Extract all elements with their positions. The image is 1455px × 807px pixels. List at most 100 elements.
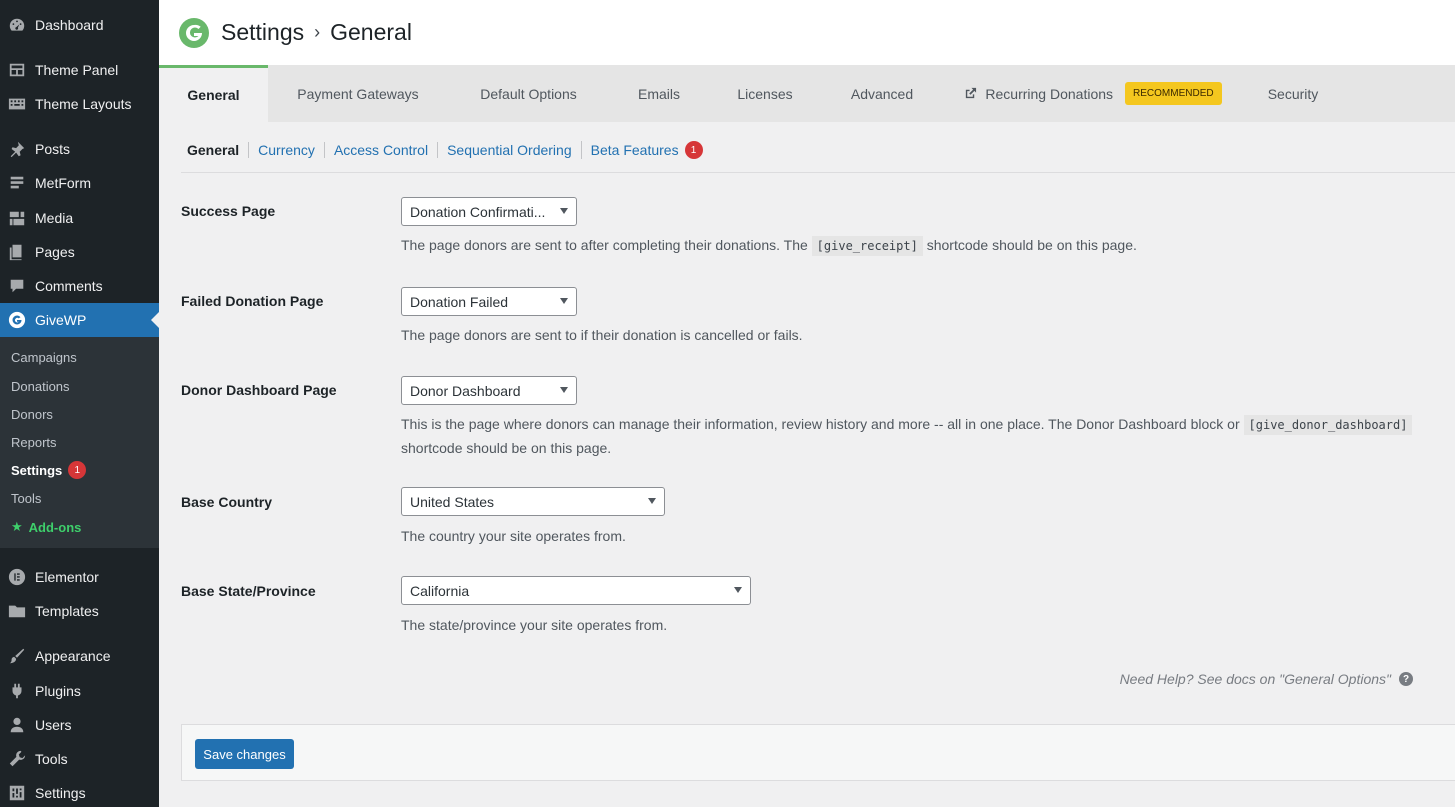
submenu-item-tools[interactable]: Tools [11, 488, 41, 508]
tab-emails[interactable]: Emails [609, 65, 709, 122]
media-icon [8, 209, 26, 227]
base-state-select[interactable]: California [401, 576, 751, 605]
sidebar-item-label: Theme Layouts [35, 96, 132, 112]
subtab-sequential-ordering[interactable]: Sequential Ordering [437, 142, 581, 158]
sidebar-item-appearance[interactable]: Appearance [0, 639, 159, 673]
sidebar-item-label: Theme Panel [35, 62, 119, 78]
description-text: The country your site operates from. [401, 528, 626, 544]
settings-icon [8, 784, 26, 802]
submenu-label: Add-ons [28, 519, 82, 535]
tab-label: Emails [637, 85, 680, 102]
sidebar-item-templates[interactable]: Templates [0, 594, 159, 628]
sidebar-item-elementor[interactable]: Elementor [0, 560, 159, 594]
field-description-donor-dashboard-page: This is the page where donors can manage… [401, 413, 1421, 460]
description-text: The page donors are sent to if their don… [401, 327, 803, 343]
tab-label: General [187, 87, 240, 103]
sidebar-item-pages[interactable]: Pages [0, 235, 159, 269]
field-label-success-page: Success Page [181, 203, 276, 219]
tab-payment-gateways[interactable]: Payment Gateways [268, 65, 448, 122]
comments-icon [8, 277, 26, 295]
sidebar-item-plugins[interactable]: Plugins [0, 674, 159, 708]
description-text: The state/province your site operates fr… [401, 617, 668, 633]
sidebar-item-settings[interactable]: Settings [0, 776, 159, 807]
sidebar-item-metform[interactable]: MetForm [0, 166, 159, 200]
description-text: shortcode should be on this page. [401, 440, 612, 456]
submenu-item-donations[interactable]: Donations [11, 376, 70, 396]
sidebar-item-label: Elementor [35, 569, 99, 585]
subtab-access-control[interactable]: Access Control [323, 142, 437, 158]
help-icon: ? [1399, 672, 1413, 686]
tab-default-options[interactable]: Default Options [448, 65, 609, 122]
sidebar-item-media[interactable]: Media [0, 201, 159, 235]
subtab-label: Beta Features [590, 142, 679, 158]
submenu-item-addons[interactable]: ★ Add-ons [11, 517, 81, 537]
tab-general[interactable]: General [159, 65, 268, 122]
sidebar-item-label: Templates [35, 603, 99, 619]
sidebar-item-users[interactable]: Users [0, 708, 159, 742]
chevron-down-icon [560, 298, 568, 308]
failed-donation-page-select[interactable]: Donation Failed [401, 287, 577, 316]
tab-label: Security [1267, 85, 1319, 102]
admin-sidebar: Dashboard Theme Panel Theme Layouts Post… [0, 0, 159, 807]
select-value: Donation Failed [410, 293, 509, 310]
field-description-base-state: The state/province your site operates fr… [401, 614, 667, 637]
metform-icon [8, 174, 26, 192]
shortcode: [give_donor_dashboard] [1243, 415, 1413, 435]
help-link[interactable]: Need Help? See docs on "General Options"… [1120, 671, 1413, 687]
submenu-item-donors[interactable]: Donors [11, 404, 53, 424]
settings-subtabs: General Currency Access Control Sequenti… [187, 141, 712, 159]
tab-label: Licenses [737, 85, 793, 102]
field-description-failed-donation-page: The page donors are sent to if their don… [401, 324, 803, 347]
submenu-label: Settings [11, 462, 63, 478]
sidebar-item-posts[interactable]: Posts [0, 132, 159, 166]
chevron-down-icon [560, 208, 568, 218]
select-value: Donation Confirmati... [410, 203, 546, 220]
help-text: Need Help? See docs on "General Options" [1119, 671, 1391, 687]
field-label-base-state: Base State/Province [181, 583, 316, 599]
submenu-label: Campaigns [11, 349, 77, 365]
subtab-currency[interactable]: Currency [248, 142, 324, 158]
sidebar-item-label: Users [35, 717, 72, 733]
base-country-select[interactable]: United States [401, 487, 665, 516]
subtab-general[interactable]: General [187, 142, 248, 158]
sidebar-item-label: GiveWP [35, 312, 87, 328]
subtab-beta-features[interactable]: Beta Features 1 [580, 141, 712, 159]
submenu-item-settings[interactable]: Settings 1 [11, 460, 87, 480]
theme-layouts-icon [8, 95, 26, 113]
sidebar-item-tools[interactable]: Tools [0, 742, 159, 776]
pin-icon [8, 140, 26, 158]
submenu-item-reports[interactable]: Reports [11, 432, 57, 452]
pages-icon [8, 243, 26, 261]
select-value: United States [410, 493, 495, 510]
donor-dashboard-page-select[interactable]: Donor Dashboard [401, 376, 577, 405]
sidebar-item-theme-panel[interactable]: Theme Panel [0, 53, 159, 87]
tab-label: Default Options [480, 85, 577, 102]
star-icon: ★ [11, 519, 23, 534]
success-page-select[interactable]: Donation Confirmati... [401, 197, 577, 226]
givewp-submenu: Campaigns Donations Donors Reports Setti… [0, 337, 159, 548]
settings-tabs: General Payment Gateways Default Options… [159, 65, 1455, 122]
tab-licenses[interactable]: Licenses [709, 65, 821, 122]
notification-badge: 1 [684, 141, 703, 159]
external-link-icon [964, 87, 977, 100]
field-label-base-country: Base Country [181, 494, 273, 510]
tab-recurring-donations[interactable]: Recurring Donations RECOMMENDED [943, 65, 1243, 122]
sidebar-item-theme-layouts[interactable]: Theme Layouts [0, 87, 159, 121]
divider [181, 172, 1455, 173]
sidebar-item-givewp[interactable]: GiveWP [0, 303, 159, 337]
tab-label: Advanced [850, 85, 914, 102]
sidebar-item-dashboard[interactable]: Dashboard [0, 8, 159, 42]
sidebar-item-comments[interactable]: Comments [0, 269, 159, 303]
submenu-label: Donors [11, 406, 53, 422]
chevron-down-icon [560, 387, 568, 397]
tab-security[interactable]: Security [1243, 65, 1343, 122]
field-description-base-country: The country your site operates from. [401, 525, 626, 548]
submenu-label: Tools [11, 490, 42, 506]
save-button[interactable]: Save changes [195, 739, 294, 769]
sidebar-item-label: Settings [35, 785, 86, 801]
notification-badge: 1 [68, 461, 87, 479]
tab-advanced[interactable]: Advanced [821, 65, 943, 122]
select-value: California [410, 582, 470, 599]
submenu-item-campaigns[interactable]: Campaigns [11, 347, 77, 367]
breadcrumb-settings: Settings [221, 19, 305, 45]
